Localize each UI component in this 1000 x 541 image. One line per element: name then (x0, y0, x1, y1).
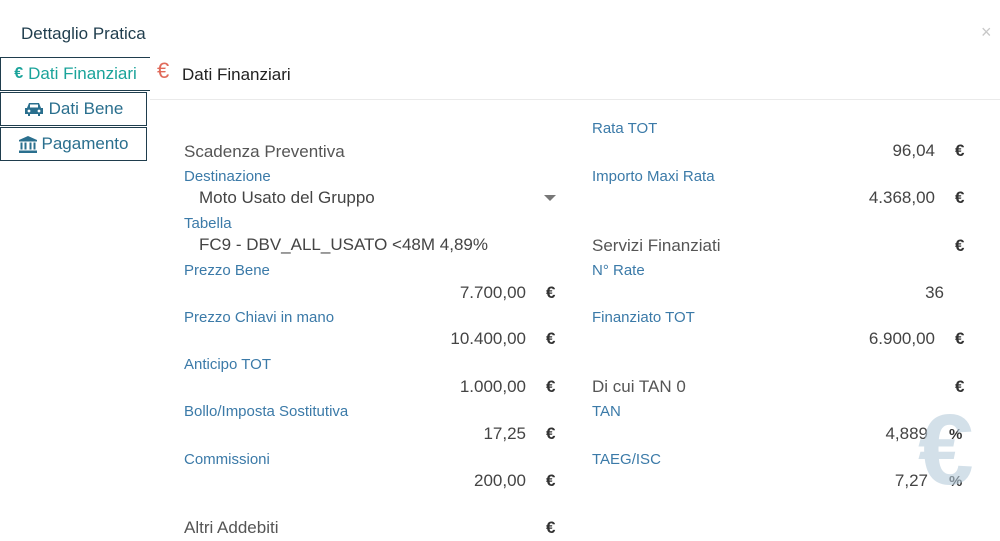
commissioni-value: 200,00 (474, 471, 526, 490)
euro-icon: € (955, 236, 965, 255)
servizi-finanziati-label: Servizi Finanziati (592, 236, 721, 255)
bollo-label: Bollo/Imposta Sostitutiva (184, 403, 349, 420)
n-rate-label: N° Rate (592, 262, 645, 279)
euro-icon: € (14, 65, 24, 82)
bollo-value: 17,25 (483, 424, 526, 443)
euro-icon: € (546, 377, 556, 396)
tab-label: Dati Bene (48, 99, 124, 118)
di-cui-tan0-label: Di cui TAN 0 (592, 377, 686, 396)
finanziato-tot-value: 6.900,00 (868, 329, 935, 348)
close-icon[interactable]: × (981, 22, 992, 43)
prezzo-chiavi-value: 10.400,00 (450, 329, 526, 348)
euro-icon: € (955, 188, 965, 207)
n-rate-value: 36 (925, 283, 944, 302)
tab-label: Dati Finanziari (28, 64, 137, 83)
prezzo-bene-label: Prezzo Bene (184, 262, 270, 279)
rata-tot-value: 96,04 (892, 141, 935, 160)
rata-tot-label: Rata TOT (592, 120, 658, 137)
taeg-isc-label: TAEG/ISC (592, 451, 661, 468)
tabella-value: FC9 - DBV_ALL_USATO <48M 4,89% (199, 235, 488, 254)
car-icon (24, 101, 44, 117)
euro-watermark-icon: € (918, 394, 974, 506)
importo-maxi-rata-value: 4.368,00 (868, 188, 935, 207)
euro-icon: € (546, 518, 556, 537)
finanziato-tot-label: Finanziato TOT (592, 309, 695, 326)
tan-label: TAN (592, 403, 621, 420)
tab-dati-finanziari[interactable]: € Dati Finanziari (0, 57, 150, 91)
anticipo-value: 1.000,00 (459, 377, 526, 396)
euro-icon: € (546, 471, 556, 490)
altri-addebiti-label: Altri Addebiti (184, 518, 279, 537)
section-euro-icon: € (157, 58, 170, 83)
euro-icon: € (546, 329, 556, 348)
euro-icon: € (546, 283, 556, 302)
tabella-label: Tabella (184, 215, 232, 232)
section-title: Dati Finanziari (182, 65, 291, 84)
euro-icon: € (955, 329, 965, 348)
importo-maxi-rata-label: Importo Maxi Rata (592, 168, 715, 185)
scadenza-preventiva-label: Scadenza Preventiva (184, 142, 345, 161)
anticipo-label: Anticipo TOT (184, 356, 271, 373)
tab-pagamento[interactable]: Pagamento (0, 127, 147, 161)
prezzo-chiavi-label: Prezzo Chiavi in mano (184, 309, 335, 326)
destinazione-label: Destinazione (184, 168, 271, 185)
dialog-title: Dettaglio Pratica (21, 24, 146, 43)
euro-icon: € (546, 424, 556, 443)
tab-label: Pagamento (41, 134, 129, 153)
prezzo-bene-value: 7.700,00 (459, 283, 526, 302)
euro-icon: € (955, 141, 965, 160)
bank-icon (18, 135, 37, 153)
commissioni-label: Commissioni (184, 451, 270, 468)
chevron-down-icon[interactable] (544, 195, 556, 201)
destinazione-select[interactable]: Moto Usato del Gruppo (199, 188, 375, 208)
tab-dati-bene[interactable]: Dati Bene (0, 92, 147, 126)
divider (150, 99, 1000, 100)
